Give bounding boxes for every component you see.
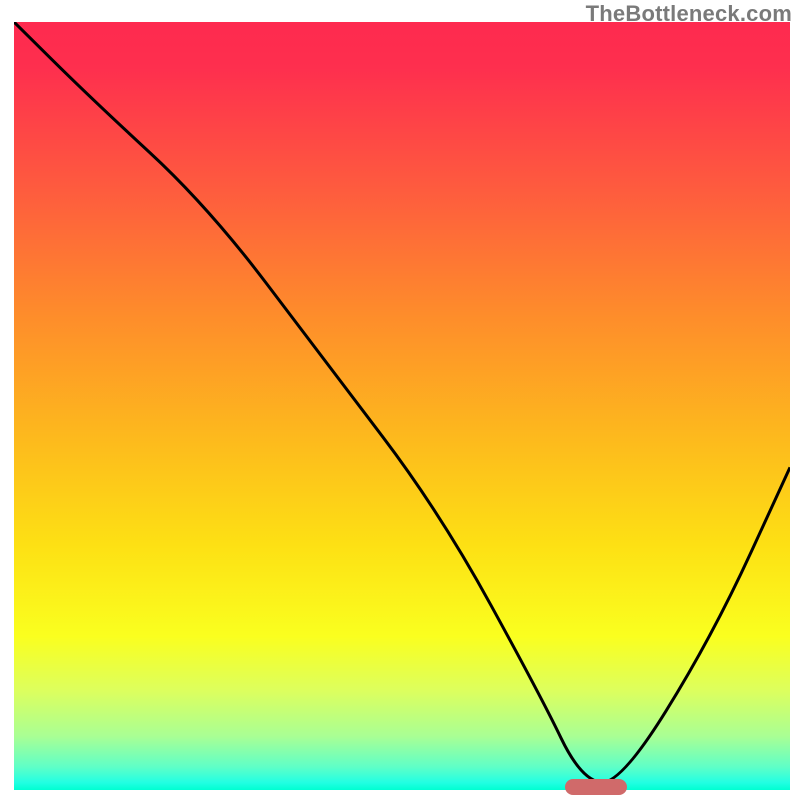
optimal-range-marker (565, 779, 627, 795)
chart-curve-layer (14, 22, 790, 790)
bottleneck-curve (14, 22, 790, 782)
watermark-text: TheBottleneck.com (586, 1, 792, 27)
